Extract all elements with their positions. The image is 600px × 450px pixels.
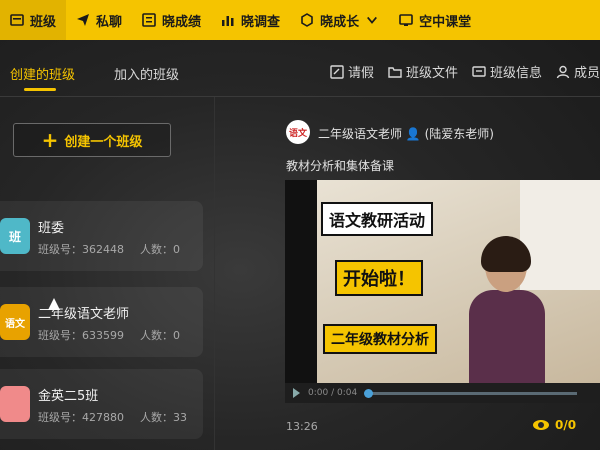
nav-item-growth[interactable]: 晓成长 bbox=[290, 0, 389, 40]
class-avatar: 班 bbox=[0, 218, 30, 254]
video-player[interactable]: 语文教研活动 开始啦！ 二年级教材分析 0:00 / 0:04 bbox=[285, 180, 600, 403]
class-avatar bbox=[0, 386, 30, 422]
eye-icon bbox=[533, 420, 549, 430]
send-icon bbox=[76, 13, 90, 27]
nav-label: 班级 bbox=[30, 14, 57, 30]
mouse-cursor bbox=[48, 298, 60, 310]
chart-icon bbox=[221, 13, 235, 27]
presenter bbox=[467, 236, 547, 383]
nav-item-chat[interactable]: 私聊 bbox=[66, 0, 132, 40]
nav-item-class[interactable]: 班级 bbox=[0, 0, 67, 40]
info-label: 班级信息 bbox=[489, 66, 542, 81]
info-tab[interactable]: 班级信息 bbox=[472, 62, 542, 81]
panel-separator bbox=[214, 97, 215, 450]
class-icon bbox=[10, 13, 24, 27]
class-card[interactable]: 语文 二年级语文老师 班级号：633599 人数：0 bbox=[0, 287, 203, 357]
video-caption: 二年级教材分析 bbox=[323, 324, 437, 354]
grade-icon bbox=[142, 13, 156, 27]
files-tab[interactable]: 班级文件 bbox=[388, 62, 458, 81]
classroom-icon bbox=[399, 13, 413, 27]
post-title: 教材分析和集体备课 bbox=[286, 159, 395, 173]
growth-icon bbox=[300, 13, 314, 27]
class-id: 班级号：427880 bbox=[38, 411, 124, 424]
create-class-label: 创建一个班级 bbox=[64, 134, 143, 150]
author-avatar: 语文 bbox=[286, 120, 310, 144]
class-name: 金英二5班 bbox=[38, 389, 99, 404]
plus-icon: + bbox=[41, 128, 59, 152]
post-author: 二年级语文老师 👤 (陆爱东老师) bbox=[318, 125, 494, 142]
nav-item-survey[interactable]: 晓调查 bbox=[211, 0, 290, 40]
class-name: 班委 bbox=[38, 221, 65, 236]
edit-icon bbox=[330, 64, 344, 79]
video-progress-knob[interactable] bbox=[364, 388, 374, 398]
nav-label: 晓成绩 bbox=[162, 14, 202, 30]
nav-label: 私聊 bbox=[96, 14, 123, 30]
message-icon bbox=[472, 65, 486, 77]
class-actions: 请假 班级文件 班级信息 成员 bbox=[330, 62, 600, 81]
tab-joined-classes[interactable]: 加入的班级 bbox=[114, 64, 179, 83]
nav-label: 空中课堂 bbox=[419, 14, 472, 30]
view-count-label: 0/0 bbox=[555, 418, 577, 432]
video-time: 0:00 / 0:04 bbox=[308, 388, 358, 398]
files-label: 班级文件 bbox=[405, 66, 458, 81]
members-tab[interactable]: 成员 bbox=[556, 62, 600, 81]
class-member-count: 人数：33 bbox=[140, 411, 187, 424]
nav-item-classroom[interactable]: 空中课堂 bbox=[389, 0, 481, 40]
class-avatar: 语文 bbox=[0, 304, 30, 340]
class-id: 班级号：633599 bbox=[38, 329, 124, 342]
top-nav: 班级 私聊 晓成绩 晓调查 晓成长 空中课堂 bbox=[0, 0, 600, 40]
video-progress-track[interactable] bbox=[364, 388, 578, 398]
chevron-down-icon bbox=[365, 13, 379, 27]
active-tab-indicator bbox=[24, 88, 56, 91]
nav-label: 晓调查 bbox=[241, 14, 281, 30]
video-controls: 0:00 / 0:04 bbox=[285, 383, 600, 403]
video-caption: 语文教研活动 bbox=[321, 202, 434, 236]
view-count[interactable]: 0/0 bbox=[533, 418, 576, 432]
video-caption: 开始啦！ bbox=[335, 260, 423, 296]
class-id: 班级号：362448 bbox=[38, 243, 124, 256]
class-member-count: 人数：0 bbox=[140, 329, 180, 342]
class-list-panel: + 创建一个班级 班 班委 班级号：362448 人数：0 语文 二年级语文老师… bbox=[0, 97, 214, 450]
class-card[interactable]: 班 班委 班级号：362448 人数：0 bbox=[0, 201, 203, 271]
sub-header: 创建的班级 加入的班级 请假 班级文件 班级信息 成员 bbox=[0, 48, 600, 92]
class-member-count: 人数：0 bbox=[140, 243, 180, 256]
user-icon bbox=[556, 65, 570, 78]
teacher-name: (陆爱东老师) bbox=[424, 127, 494, 141]
leave-label: 请假 bbox=[347, 66, 374, 81]
video-frame: 语文教研活动 开始啦！ 二年级教材分析 bbox=[317, 180, 600, 383]
teacher-badge-icon: 👤 bbox=[405, 127, 421, 141]
nav-item-grades[interactable]: 晓成绩 bbox=[132, 0, 211, 40]
tab-created-classes[interactable]: 创建的班级 bbox=[10, 64, 75, 83]
folder-icon bbox=[388, 66, 402, 78]
play-icon[interactable] bbox=[293, 388, 300, 398]
author-name: 二年级语文老师 bbox=[318, 127, 403, 141]
create-class-button[interactable]: + 创建一个班级 bbox=[13, 123, 171, 157]
leave-tab[interactable]: 请假 bbox=[330, 62, 374, 81]
class-card[interactable]: 金英二5班 班级号：427880 人数：33 bbox=[0, 369, 203, 439]
nav-label: 晓成长 bbox=[320, 14, 360, 30]
post-time: 13:26 bbox=[286, 420, 318, 433]
members-label: 成员 bbox=[573, 66, 600, 81]
